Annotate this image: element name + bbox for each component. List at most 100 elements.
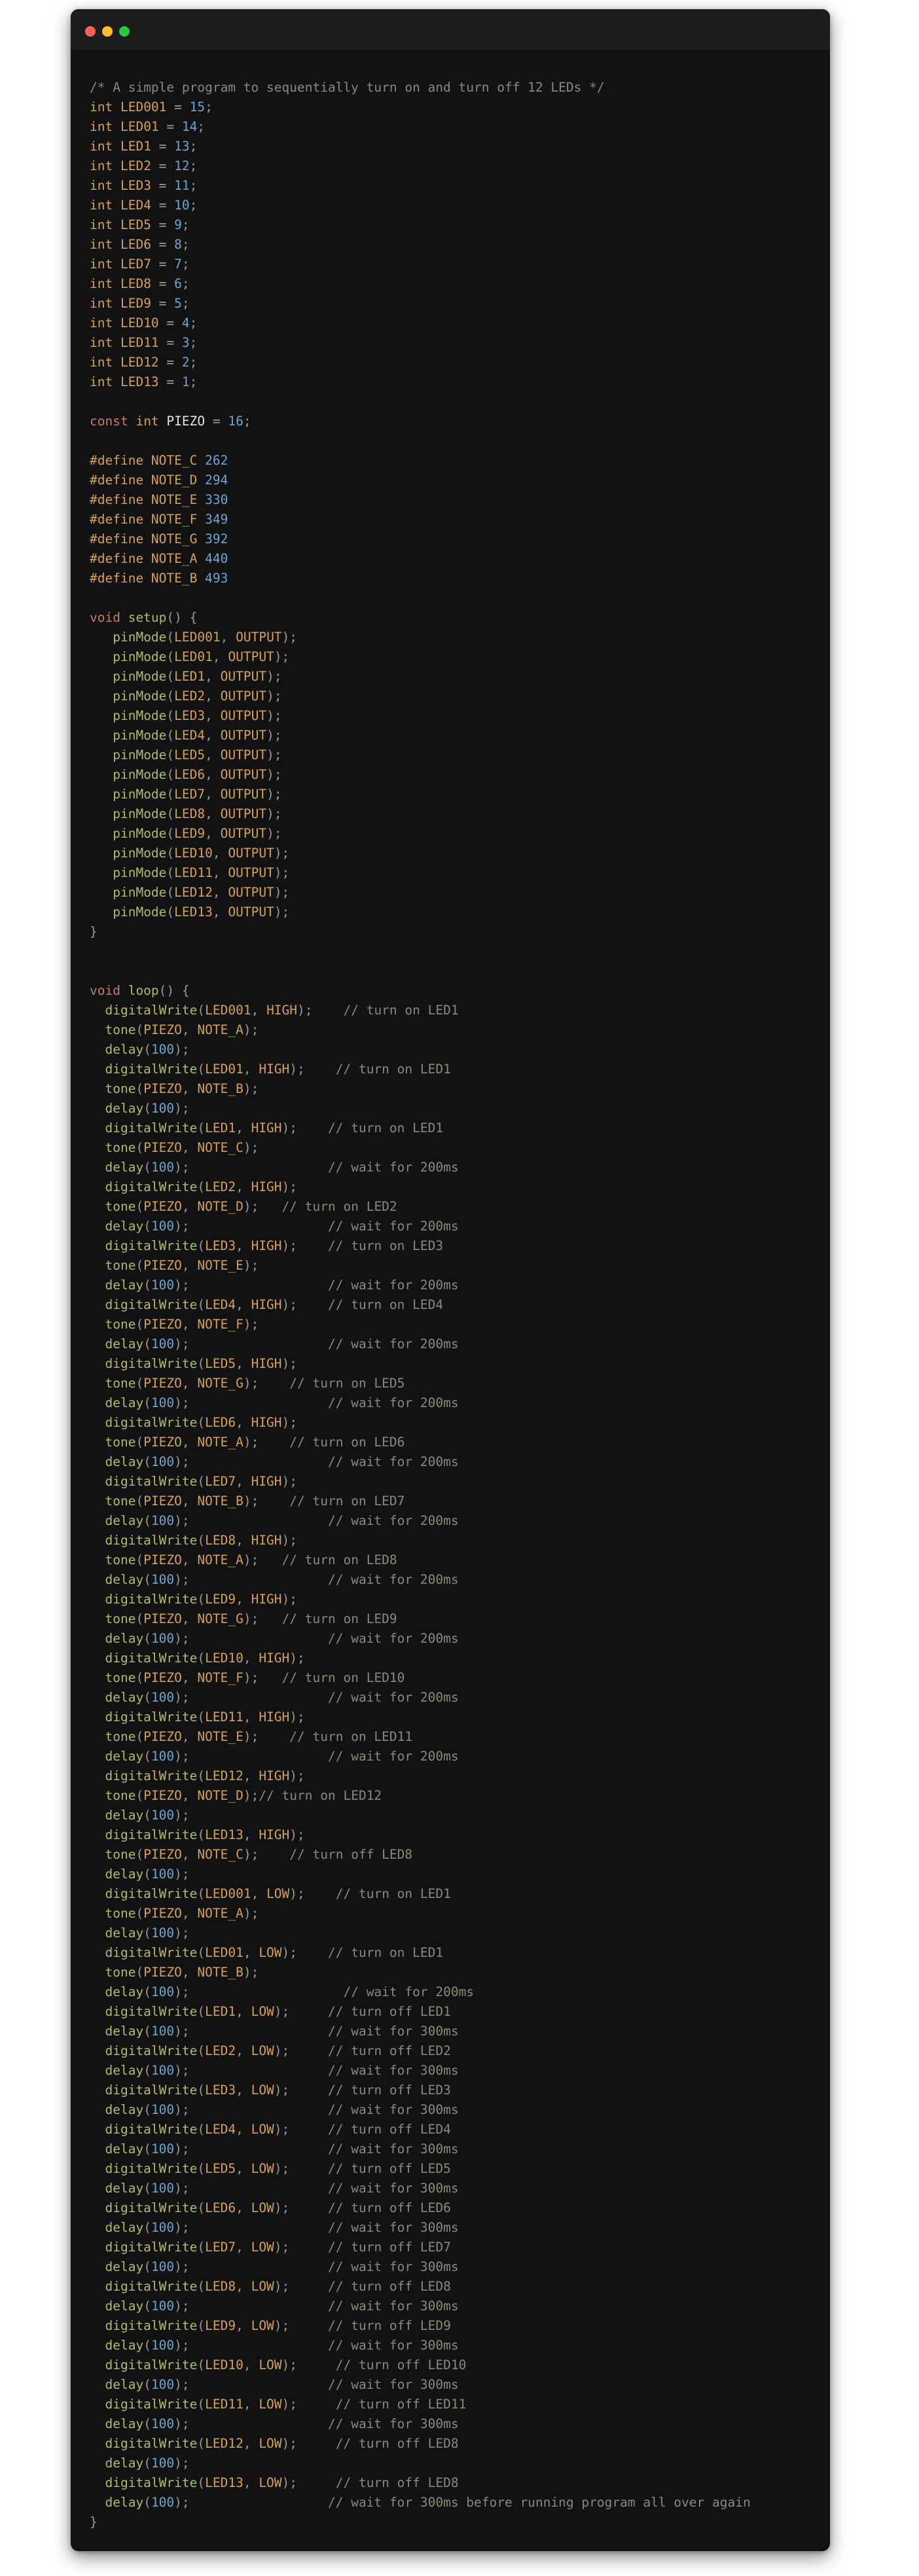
code-token-punc: ( [197,2436,206,2451]
code-token-punc: , [181,1788,198,1803]
code-token-var: NOTE_A [197,1435,243,1450]
code-line: delay(100); // wait for 300ms [90,2336,823,2355]
code-token-punc: ); [289,1062,305,1077]
code-token-comment: // wait for 200ms [327,1160,459,1175]
code-token-var: NOTE_A [197,1552,243,1567]
code-token-fn: digitalWrite [105,1886,198,1901]
code-token-num: 100 [151,1631,175,1646]
code-token-comment: // turn on LED9 [281,1611,397,1626]
code-token-punc: ; [189,198,198,213]
code-token-punc: ( [197,1592,206,1607]
code-line: digitalWrite(LED10, HIGH); [90,1649,823,1668]
code-token-punc: ( [143,1984,151,1999]
code-line: digitalWrite(LED3, HIGH); // turn on LED… [90,1236,823,1256]
code-token-fn: tone [105,1611,136,1626]
code-token-num: 392 [205,531,228,546]
code-token-var: LED11 [205,1709,243,1725]
code-token-punc: ); [266,689,282,704]
code-token-punc: ( [135,1611,144,1626]
code-token-punc: , [243,2436,259,2451]
code-token-var: PIEZO [143,1022,182,1037]
code-token-punc: ); [174,2416,190,2431]
code-token-num: 493 [205,571,228,586]
code-token-punc: ( [135,1670,144,1685]
code-token-var: NOTE_A [151,551,206,566]
close-window-icon[interactable] [85,26,96,37]
code-token-punc: , [236,1533,251,1548]
code-token-var: NOTE_D [197,1788,243,1803]
code-token-pp: #define [90,492,151,507]
minimize-window-icon[interactable] [102,26,113,37]
code-line: digitalWrite(LED12, LOW); // turn off LE… [90,2434,823,2454]
code-line: #define NOTE_D 294 [90,471,823,490]
code-token-var: HIGH [251,1474,282,1489]
code-token-comment: // wait for 200ms [327,1278,459,1293]
code-token-comment: // wait for 200ms [343,1984,475,1999]
code-token-punc: ); [274,649,290,664]
code-token-punc: , [212,904,228,920]
code-token-var: LOW [259,2475,282,2490]
code-token-num: 100 [151,1808,175,1823]
code-line: digitalWrite(LED7, LOW); // turn off LED… [90,2238,823,2257]
code-token-fn: digitalWrite [105,2043,198,2058]
code-token-punc: , [181,1494,198,1509]
code-token-comment: // turn off LED8 [335,2475,459,2490]
code-token-punc: ( [197,1945,206,1960]
code-token-var: HIGH [251,1356,282,1371]
code-token-punc: , [181,1611,198,1626]
code-token-num: 13 [174,139,190,154]
code-token-fn: digitalWrite [105,1238,198,1253]
code-token-punc: ( [197,1827,206,1842]
code-token-num: 100 [151,2024,175,2039]
code-line: pinMode(LED5, OUTPUT); [90,745,823,765]
code-token-var: NOTE_C [197,1847,243,1862]
code-token-punc: ; [189,139,198,154]
code-line: pinMode(LED2, OUTPUT); [90,687,823,706]
code-line: digitalWrite(LED6, LOW); // turn off LED… [90,2198,823,2218]
code-token-punc: ( [166,846,175,861]
code-token-punc: ( [166,649,175,664]
code-line: digitalWrite(LED3, LOW); // turn off LED… [90,2081,823,2100]
code-token-fn: tone [105,1258,136,1273]
code-token-punc: ( [143,1690,151,1705]
code-token-type: int [90,355,120,370]
code-token-var: LED4 [174,728,206,743]
code-token-punc: , [236,1179,251,1194]
code-line: digitalWrite(LED13, LOW); // turn off LE… [90,2473,823,2493]
code-line: void setup() { [90,608,823,628]
maximize-window-icon[interactable] [119,26,130,37]
code-token-comment: // turn off LED1 [328,2004,451,2019]
code-editor[interactable]: /* A simple program to sequentially turn… [90,78,823,2532]
code-token-fn: pinMode [113,904,167,920]
code-token-var: PIEZO [143,1258,182,1273]
code-token-punc: ); [281,2397,298,2412]
code-token-var: LED6 [205,1415,236,1430]
code-token-punc: ); [274,2318,290,2333]
code-line: } [90,2513,823,2532]
code-token-fn: delay [105,1867,144,1882]
code-token-var: LOW [259,2357,282,2372]
code-token-comment: // wait for 300ms [327,2102,459,2117]
code-token-var: OUTPUT [236,630,282,645]
code-token-punc: ); [174,2102,190,2117]
code-token-comment: // wait for 300ms [327,2181,459,2196]
code-token-punc: ( [197,1651,206,1666]
code-token-punc: ( [197,1415,206,1430]
code-line: delay(100); [90,1923,823,1943]
code-token-fn: delay [105,1513,144,1528]
code-token-fn: tone [105,1199,136,1214]
code-token-type: int [90,257,120,272]
